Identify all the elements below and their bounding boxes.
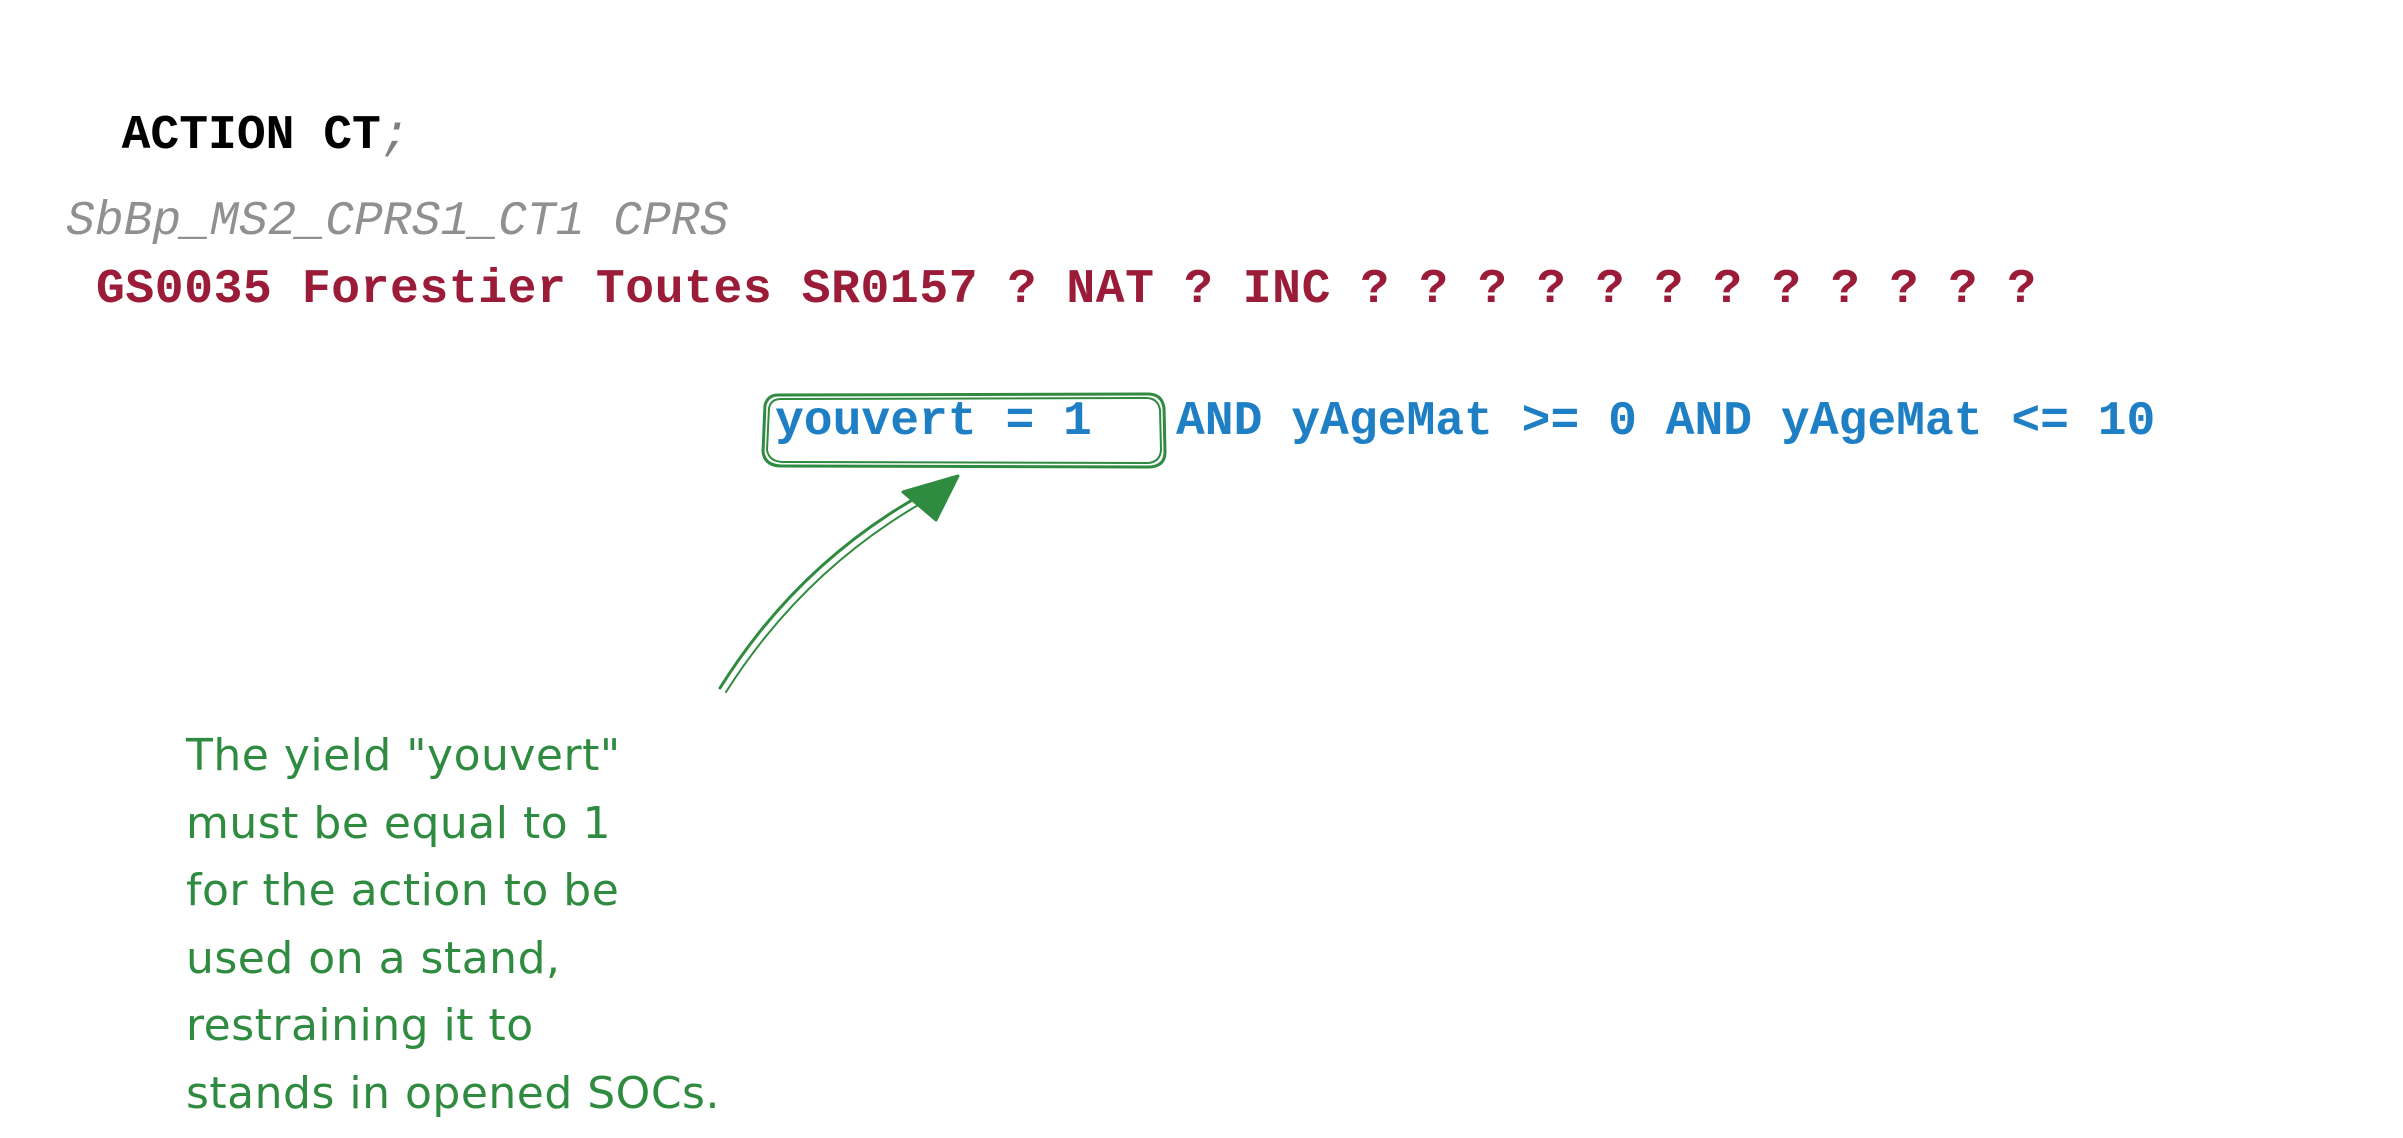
highlight-box xyxy=(761,392,1167,469)
annotation-line: used on a stand, xyxy=(186,932,561,984)
annotation-line: The yield "youvert" xyxy=(186,730,621,781)
annotation-note: The yield "youvert" must be equal to 1 f… xyxy=(186,722,946,1127)
annotation-line: restraining it to xyxy=(186,1000,534,1051)
annotation-line: stands in opened SOCs. xyxy=(186,1067,720,1119)
annotation-line: must be equal to 1 xyxy=(186,797,612,849)
arrowhead-icon xyxy=(901,474,960,522)
annotation-arrow xyxy=(718,488,932,690)
annotation-line: for the action to be xyxy=(186,865,620,916)
